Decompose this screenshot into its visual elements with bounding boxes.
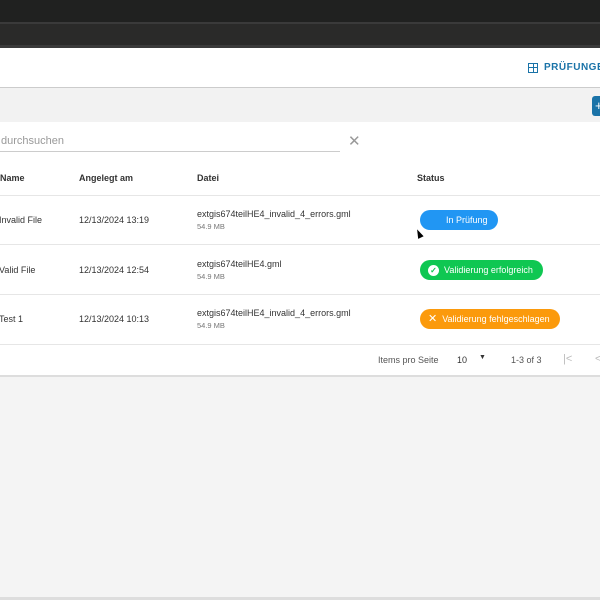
pruefungen-button[interactable]: PRÜFUNGEN xyxy=(528,62,600,73)
divider xyxy=(0,195,600,196)
row-name: Test 1 xyxy=(0,314,24,324)
row-size: 54.9 MB xyxy=(197,222,225,231)
page-size-value: 10 xyxy=(457,355,468,365)
row-created: 12/13/2024 10:13 xyxy=(79,314,150,324)
dropdown-arrow-icon: ▼ xyxy=(479,354,486,361)
search-input[interactable]: durchsuchen xyxy=(0,132,340,152)
status-label: Validierung fehlgeschlagen xyxy=(442,314,550,324)
grid-icon xyxy=(528,62,538,73)
column-header-created[interactable]: Angelegt am xyxy=(79,173,133,183)
row-file: extgis674teilHE4.gml xyxy=(197,259,282,269)
check-circle-icon: ✓ xyxy=(428,264,439,276)
status-badge-success: ✓ Validierung erfolgreich xyxy=(420,260,543,280)
table-card: durchsuchen ✕ Name Angelegt am Datei Sta… xyxy=(0,122,600,377)
toolbar: + xyxy=(0,88,600,122)
column-header-file[interactable]: Datei xyxy=(197,173,219,183)
divider xyxy=(0,244,600,245)
status-label: Validierung erfolgreich xyxy=(444,265,533,275)
row-size: 54.9 MB xyxy=(197,272,225,281)
close-icon: ✕ xyxy=(428,313,438,325)
status-badge-failed: ✕ Validierung fehlgeschlagen xyxy=(420,309,560,329)
previous-page-icon[interactable]: < xyxy=(595,353,600,365)
row-created: 12/13/2024 13:19 xyxy=(79,215,150,225)
row-size: 54.9 MB xyxy=(197,321,225,330)
add-button[interactable]: + xyxy=(592,96,600,116)
row-name: Valid File xyxy=(0,265,36,275)
row-file: extgis674teilHE4_invalid_4_errors.gml xyxy=(197,308,351,318)
divider xyxy=(0,344,600,345)
row-name: Invalid File xyxy=(0,215,43,225)
page-range: 1-3 of 3 xyxy=(511,355,542,365)
column-header-status[interactable]: Status xyxy=(417,173,445,183)
divider xyxy=(0,294,600,295)
app-header: PRÜFUNGEN xyxy=(0,48,600,88)
browser-top-bar xyxy=(0,0,600,22)
column-header-name[interactable]: Name xyxy=(0,173,25,183)
row-file: extgis674teilHE4_invalid_4_errors.gml xyxy=(197,209,351,219)
row-created: 12/13/2024 12:54 xyxy=(79,265,150,275)
page-size-select[interactable]: 10 ▼ xyxy=(457,354,489,365)
pruefungen-label: PRÜFUNGEN xyxy=(544,62,600,73)
status-label: In Prüfung xyxy=(446,215,488,225)
browser-tab-bar xyxy=(0,22,600,48)
first-page-icon[interactable]: |< xyxy=(563,353,572,365)
items-per-page-label: Items pro Seite xyxy=(378,355,439,365)
status-badge-in-progress: In Prüfung xyxy=(420,210,498,230)
clear-search-icon[interactable]: ✕ xyxy=(348,132,361,150)
